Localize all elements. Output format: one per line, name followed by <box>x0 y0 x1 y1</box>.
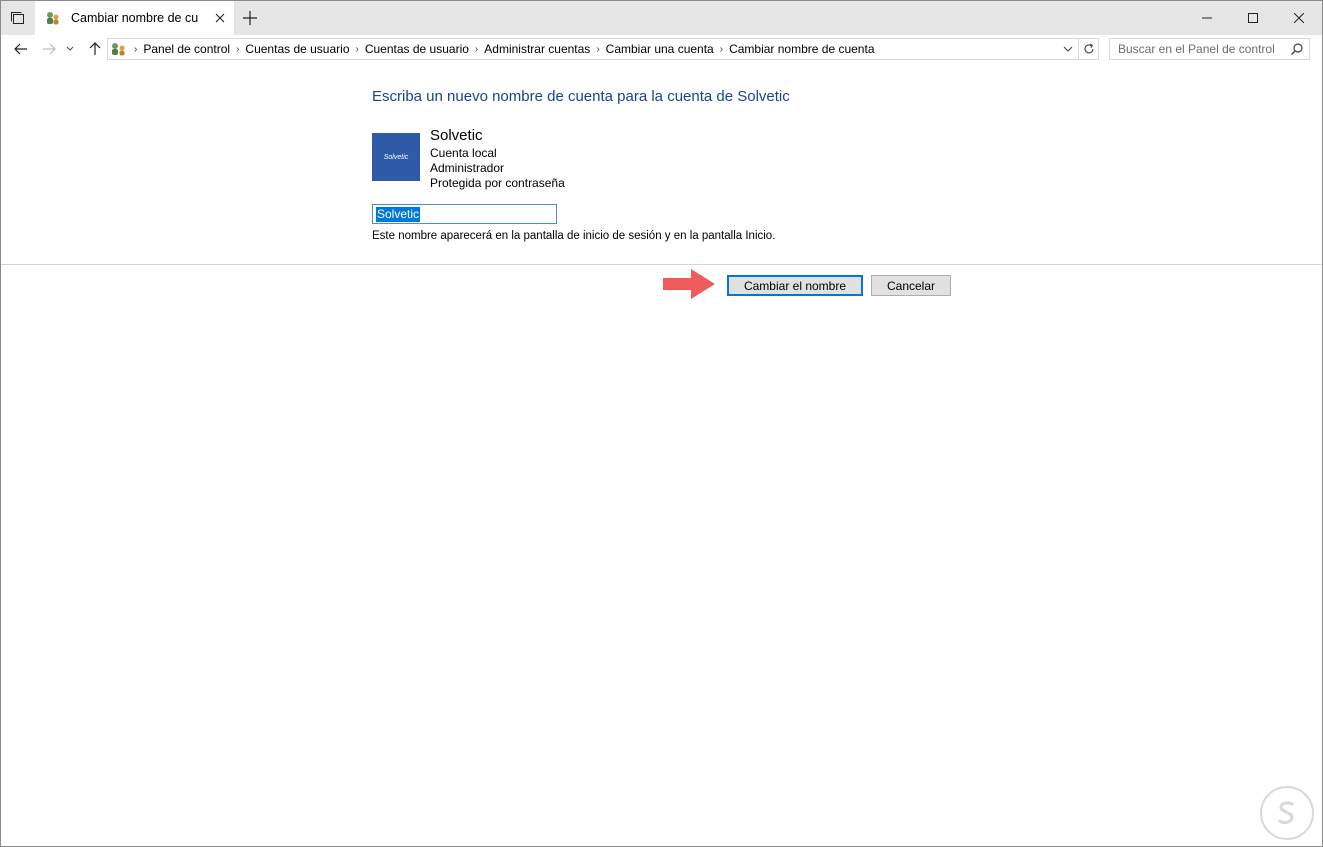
avatar: Solvetic <box>372 133 420 181</box>
close-icon <box>215 13 225 23</box>
address-bar[interactable]: › Panel de control › Cuentas de usuario … <box>107 38 1099 60</box>
tab-title: Cambiar nombre de cu <box>71 11 199 25</box>
forward-arrow-icon <box>43 43 56 55</box>
breadcrumb-item[interactable]: Cuentas de usuario <box>245 42 349 56</box>
title-bar: Cambiar nombre de cu <box>1 1 1322 35</box>
new-account-name-value: Solvetic <box>376 206 421 222</box>
search-box[interactable] <box>1109 38 1310 60</box>
chevron-right-icon: › <box>719 43 724 55</box>
annotation-arrow-icon <box>663 269 715 299</box>
up-button[interactable] <box>85 39 105 59</box>
window-controls <box>1184 1 1322 35</box>
account-security: Protegida por contraseña <box>430 176 565 190</box>
search-icon[interactable] <box>1290 42 1304 56</box>
tab-switcher-button[interactable] <box>1 1 35 35</box>
back-arrow-icon <box>14 43 27 55</box>
recent-locations-button[interactable] <box>63 39 77 59</box>
chevron-right-icon: › <box>134 43 138 55</box>
chevron-down-icon <box>1063 46 1073 52</box>
chevron-down-icon <box>66 46 74 51</box>
plus-icon <box>243 11 257 25</box>
refresh-icon <box>1083 43 1094 54</box>
chevron-right-icon: › <box>596 43 600 55</box>
divider <box>1 264 1322 265</box>
watermark-icon <box>1277 801 1295 824</box>
search-input[interactable] <box>1118 42 1288 56</box>
tab-active[interactable]: Cambiar nombre de cu <box>35 1 235 35</box>
new-account-name-input[interactable]: Solvetic <box>372 204 557 224</box>
name-hint-text: Este nombre aparecerá en la pantalla de … <box>372 230 776 242</box>
breadcrumb-item[interactable]: Cambiar una cuenta <box>606 42 714 56</box>
avatar-logo-text: Solvetic <box>383 153 409 161</box>
navigation-bar: › Panel de control › Cuentas de usuario … <box>1 35 1322 63</box>
rename-button[interactable]: Cambiar el nombre <box>727 275 863 296</box>
tab-switcher-icon <box>11 12 24 24</box>
minimize-button[interactable] <box>1184 1 1230 35</box>
account-name: Solvetic <box>430 127 483 144</box>
maximize-icon <box>1248 13 1258 23</box>
window: Cambiar nombre de cu › Panel de control … <box>0 0 1323 847</box>
cancel-button[interactable]: Cancelar <box>871 275 951 296</box>
account-type: Cuenta local <box>430 146 497 160</box>
tab-close-button[interactable] <box>212 10 228 26</box>
breadcrumb-item[interactable]: Cuentas de usuario <box>365 42 469 56</box>
chevron-right-icon: › <box>474 43 479 55</box>
page-title: Escriba un nuevo nombre de cuenta para l… <box>372 88 790 105</box>
new-tab-button[interactable] <box>241 9 259 27</box>
maximize-button[interactable] <box>1230 1 1276 35</box>
breadcrumb-item[interactable]: Panel de control <box>143 42 230 56</box>
up-arrow-icon <box>89 42 101 55</box>
breadcrumb-item[interactable]: Administrar cuentas <box>484 42 590 56</box>
control-panel-icon <box>47 12 59 25</box>
close-icon <box>1294 13 1304 23</box>
address-history-button[interactable] <box>1060 41 1076 57</box>
forward-button[interactable] <box>39 39 59 59</box>
minimize-icon <box>1202 17 1212 19</box>
watermark-logo <box>1260 786 1314 840</box>
close-window-button[interactable] <box>1276 1 1322 35</box>
back-button[interactable] <box>11 39 31 59</box>
breadcrumb-item-current[interactable]: Cambiar nombre de cuenta <box>729 42 874 56</box>
chevron-right-icon: › <box>355 43 359 55</box>
refresh-button[interactable] <box>1078 38 1098 60</box>
chevron-right-icon: › <box>236 43 240 55</box>
control-panel-icon <box>112 43 125 56</box>
account-role: Administrador <box>430 161 505 175</box>
